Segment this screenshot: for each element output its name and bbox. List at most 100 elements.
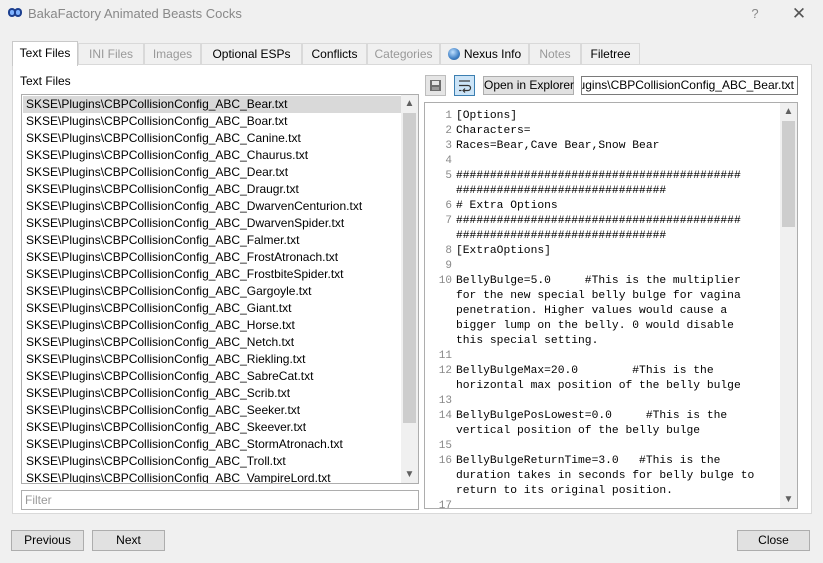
- list-item[interactable]: SKSE\Plugins\CBPCollisionConfig_ABC_Chau…: [23, 147, 402, 164]
- list-item[interactable]: SKSE\Plugins\CBPCollisionConfig_ABC_Fros…: [23, 249, 402, 266]
- code-line: Races=Bear,Cave Bear,Snow Bear: [456, 140, 660, 152]
- list-item[interactable]: SKSE\Plugins\CBPCollisionConfig_ABC_Netc…: [23, 334, 402, 351]
- list-item[interactable]: SKSE\Plugins\CBPCollisionConfig_ABC_Falm…: [23, 232, 402, 249]
- scroll-down-icon[interactable]: ▼: [401, 466, 418, 483]
- text-files-label: Text Files: [20, 74, 71, 88]
- code-line: # Extra Options: [456, 200, 558, 212]
- list-item[interactable]: SKSE\Plugins\CBPCollisionConfig_ABC_Stor…: [23, 436, 402, 453]
- tab-label: Filetree: [590, 47, 631, 61]
- line-number: 8: [445, 245, 452, 257]
- line-number: 10: [438, 275, 452, 287]
- list-item[interactable]: SKSE\Plugins\CBPCollisionConfig_ABC_Trol…: [23, 453, 402, 470]
- tab-label: Categories: [374, 47, 433, 61]
- mo2-logo-icon: [8, 8, 22, 17]
- word-wrap-button[interactable]: [454, 75, 475, 96]
- list-item[interactable]: SKSE\Plugins\CBPCollisionConfig_ABC_Dwar…: [23, 198, 402, 215]
- list-item[interactable]: SKSE\Plugins\CBPCollisionConfig_ABC_Fros…: [23, 266, 402, 283]
- code-line: Characters=: [456, 125, 531, 137]
- code-line: ###############################: [456, 230, 667, 242]
- code-line: BellyBulgeMax=20.0 #This is the: [456, 365, 714, 377]
- code-line: BellyBulgeReturnTime=3.0 #This is the: [456, 455, 721, 467]
- tab-label: Text Files: [19, 46, 71, 60]
- code-line: BellyBulge=5.0 #This is the multiplier: [456, 275, 741, 287]
- code-line: bigger lump on the belly. 0 would disabl…: [456, 320, 734, 332]
- tab-ini-files[interactable]: INI Files: [78, 43, 144, 65]
- file-list-scrollbar[interactable]: ▲ ▼: [401, 95, 418, 483]
- close-button[interactable]: Close: [737, 530, 810, 551]
- list-item[interactable]: SKSE\Plugins\CBPCollisionConfig_ABC_Sabr…: [23, 368, 402, 385]
- line-number: 2: [445, 125, 452, 137]
- list-item[interactable]: SKSE\Plugins\CBPCollisionConfig_ABC_Cani…: [23, 130, 402, 147]
- line-number: 1: [445, 110, 452, 122]
- code-line: BellyBulgePosLowest=0.0 #This is the: [456, 410, 728, 422]
- next-button[interactable]: Next: [92, 530, 165, 551]
- list-item[interactable]: SKSE\Plugins\CBPCollisionConfig_ABC_Skee…: [23, 419, 402, 436]
- text-file-list[interactable]: SKSE\Plugins\CBPCollisionConfig_ABC_Bear…: [21, 94, 419, 484]
- code-line: for the new special belly bulge for vagi…: [456, 290, 741, 302]
- window-title: BakaFactory Animated Beasts Cocks: [28, 6, 242, 21]
- code-line: [ExtraOptions]: [456, 245, 551, 257]
- close-window-icon[interactable]: ✕: [789, 4, 809, 24]
- line-number: 4: [445, 155, 452, 167]
- scroll-up-icon[interactable]: ▲: [401, 95, 418, 112]
- code-line: ###############################: [456, 185, 667, 197]
- previous-button[interactable]: Previous: [11, 530, 84, 551]
- tab-categories[interactable]: Categories: [367, 43, 440, 65]
- line-number: 16: [438, 455, 452, 467]
- list-item[interactable]: SKSE\Plugins\CBPCollisionConfig_ABC_Hors…: [23, 317, 402, 334]
- scroll-thumb[interactable]: [782, 121, 795, 227]
- editor-scrollbar[interactable]: ▲ ▼: [780, 103, 797, 508]
- list-item[interactable]: SKSE\Plugins\CBPCollisionConfig_ABC_Drau…: [23, 181, 402, 198]
- code-line: ########################################…: [456, 170, 741, 182]
- line-number: 9: [445, 260, 452, 272]
- code-line: ########################################…: [456, 215, 741, 227]
- list-item[interactable]: SKSE\Plugins\CBPCollisionConfig_ABC_Vamp…: [23, 470, 402, 483]
- list-item[interactable]: SKSE\Plugins\CBPCollisionConfig_ABC_Garg…: [23, 283, 402, 300]
- list-item[interactable]: SKSE\Plugins\CBPCollisionConfig_ABC_Scri…: [23, 385, 402, 402]
- text-editor[interactable]: 1 [Options] 2 Characters= 3 Races=Bear,Cave B…: [424, 102, 798, 509]
- tab-notes[interactable]: Notes: [529, 43, 581, 65]
- list-item[interactable]: SKSE\Plugins\CBPCollisionConfig_ABC_Dwar…: [23, 215, 402, 232]
- word-wrap-icon: [459, 80, 472, 93]
- list-item[interactable]: SKSE\Plugins\CBPCollisionConfig_ABC_Riek…: [23, 351, 402, 368]
- line-number: 11: [438, 350, 452, 362]
- filter-input[interactable]: [21, 490, 419, 510]
- scroll-down-icon[interactable]: ▼: [780, 491, 797, 508]
- tab-label: Conflicts: [311, 47, 358, 61]
- tab-label: Optional ESPs: [212, 47, 291, 61]
- code-line: this special setting.: [456, 335, 599, 347]
- file-path-field[interactable]: SKSE\Plugins\CBPCollisionConfig_ABC_Bear…: [581, 76, 798, 95]
- tab-nexus-info[interactable]: Nexus Info: [440, 43, 529, 65]
- code-line: return to its original position.: [456, 485, 673, 497]
- save-icon: [430, 80, 441, 91]
- list-item[interactable]: SKSE\Plugins\CBPCollisionConfig_ABC_Boar…: [23, 113, 402, 130]
- code-line: vertical position of the belly bulge: [456, 425, 701, 437]
- code-line: penetration. Higher values would cause a: [456, 305, 728, 317]
- tab-filetree[interactable]: Filetree: [581, 43, 640, 65]
- globe-icon: [447, 48, 460, 60]
- scroll-up-icon[interactable]: ▲: [780, 103, 797, 120]
- tab-text-files[interactable]: Text Files: [12, 41, 78, 66]
- tab-conflicts[interactable]: Conflicts: [302, 43, 367, 65]
- code-line: horizontal max position of the belly bul…: [456, 380, 741, 392]
- help-button[interactable]: ?: [746, 4, 764, 24]
- line-number: 7: [445, 215, 452, 227]
- open-in-explorer-button[interactable]: Open in Explorer: [483, 76, 574, 95]
- line-number: 13: [438, 395, 452, 407]
- tab-label: Images: [152, 47, 193, 61]
- line-number: 3: [445, 140, 452, 152]
- save-button[interactable]: [425, 75, 446, 96]
- list-item[interactable]: SKSE\Plugins\CBPCollisionConfig_ABC_Gian…: [23, 300, 402, 317]
- line-number: 15: [438, 440, 452, 452]
- tab-label: Nexus Info: [463, 47, 522, 61]
- line-number: 12: [438, 365, 452, 377]
- scroll-thumb[interactable]: [403, 113, 416, 423]
- title-bar: BakaFactory Animated Beasts Cocks ? ✕: [0, 0, 823, 28]
- list-item[interactable]: SKSE\Plugins\CBPCollisionConfig_ABC_Seek…: [23, 402, 402, 419]
- list-item[interactable]: SKSE\Plugins\CBPCollisionConfig_ABC_Bear…: [23, 96, 402, 113]
- line-number: 14: [438, 410, 452, 422]
- tab-images[interactable]: Images: [144, 43, 201, 65]
- list-item[interactable]: SKSE\Plugins\CBPCollisionConfig_ABC_Dear…: [23, 164, 402, 181]
- tab-optional-esps[interactable]: Optional ESPs: [201, 43, 302, 65]
- line-number: 6: [445, 200, 452, 212]
